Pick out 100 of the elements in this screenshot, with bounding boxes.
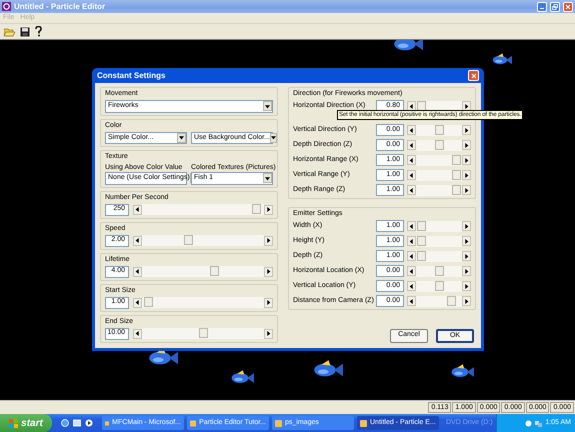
caret-left-icon bbox=[409, 284, 414, 288]
scroll-right-button[interactable] bbox=[264, 266, 273, 276]
slider-thumb[interactable] bbox=[210, 266, 219, 276]
scroll-left-button[interactable] bbox=[407, 140, 416, 150]
scroll-left-button[interactable] bbox=[407, 125, 416, 135]
caret-left-icon bbox=[409, 172, 414, 178]
scroll-left-button[interactable] bbox=[407, 251, 416, 261]
slider-thumb[interactable] bbox=[434, 124, 444, 134]
open-folder-icon[interactable] bbox=[4, 26, 15, 36]
scroll-right-button[interactable] bbox=[462, 155, 471, 165]
scroll-left-button[interactable] bbox=[407, 281, 416, 291]
window-title: Untitled - Particle Editor bbox=[14, 0, 106, 12]
tray-icon[interactable] bbox=[525, 420, 532, 426]
slider-thumb[interactable] bbox=[452, 154, 461, 164]
scroll-right-button[interactable] bbox=[462, 266, 471, 276]
close-button[interactable] bbox=[468, 70, 479, 81]
dropdown-button[interactable] bbox=[263, 173, 272, 184]
media-player-icon[interactable] bbox=[85, 419, 93, 427]
save-icon[interactable] bbox=[20, 26, 30, 36]
scroll-right-button[interactable] bbox=[462, 281, 471, 291]
slider-thumb[interactable] bbox=[417, 220, 426, 230]
scroll-left-button[interactable] bbox=[407, 170, 416, 180]
caret-down-icon bbox=[265, 104, 270, 109]
window-icon bbox=[190, 420, 196, 426]
caret-left-icon bbox=[135, 207, 140, 212]
scroll-right-button[interactable] bbox=[264, 328, 273, 338]
scroll-right-button[interactable] bbox=[264, 236, 273, 246]
scroll-right-button[interactable] bbox=[462, 251, 471, 261]
caret-left-icon bbox=[135, 238, 140, 243]
dropdown-button[interactable] bbox=[177, 132, 186, 143]
slider-thumb[interactable] bbox=[452, 170, 461, 180]
slider-thumb[interactable] bbox=[198, 328, 208, 338]
window-icon bbox=[360, 420, 367, 426]
window-icon bbox=[275, 420, 282, 426]
caret-right-icon bbox=[464, 128, 469, 132]
scroll-left-button[interactable] bbox=[407, 236, 416, 246]
slider-thumb[interactable] bbox=[417, 236, 426, 246]
caret-left-icon bbox=[409, 224, 414, 228]
dialog-title: Constant Settings bbox=[97, 70, 166, 82]
caret-left-icon bbox=[409, 254, 414, 258]
scroll-left-button[interactable] bbox=[407, 185, 416, 195]
scroll-left-button[interactable] bbox=[133, 328, 142, 338]
scroll-left-button[interactable] bbox=[407, 221, 416, 231]
scroll-left-button[interactable] bbox=[407, 155, 416, 165]
caret-right-icon bbox=[266, 331, 271, 336]
close-icon bbox=[470, 72, 476, 78]
caret-down-icon bbox=[179, 135, 184, 140]
scroll-left-button[interactable] bbox=[407, 296, 416, 306]
scroll-left-button[interactable] bbox=[407, 266, 416, 276]
scroll-right-button[interactable] bbox=[462, 296, 471, 306]
slider-thumb[interactable] bbox=[144, 297, 154, 307]
caret-left-icon bbox=[409, 268, 414, 274]
slider-thumb[interactable] bbox=[252, 204, 261, 214]
slider-thumb[interactable] bbox=[446, 296, 456, 306]
scroll-right-button[interactable] bbox=[462, 170, 471, 180]
caret-right-icon bbox=[464, 224, 469, 228]
caret-right-icon bbox=[266, 300, 271, 305]
slider-thumb[interactable] bbox=[434, 140, 444, 150]
caret-down-icon bbox=[270, 135, 276, 140]
windows-logo-icon bbox=[9, 418, 18, 428]
scroll-right-button[interactable] bbox=[462, 221, 471, 231]
caret-right-icon bbox=[464, 188, 469, 192]
caret-left-icon bbox=[409, 158, 414, 162]
slider-thumb[interactable] bbox=[417, 250, 426, 260]
app-icon bbox=[2, 2, 11, 11]
slider-thumb[interactable] bbox=[434, 280, 444, 290]
caret-right-icon bbox=[464, 158, 469, 162]
scroll-left-button[interactable] bbox=[133, 298, 142, 308]
scroll-right-button[interactable] bbox=[462, 125, 471, 135]
scroll-right-button[interactable] bbox=[264, 204, 273, 214]
caret-right-icon bbox=[464, 284, 469, 288]
help-icon[interactable] bbox=[35, 26, 42, 37]
scroll-left-button[interactable] bbox=[133, 266, 142, 276]
scroll-right-button[interactable] bbox=[462, 101, 471, 111]
caret-right-icon bbox=[464, 254, 469, 258]
slider-thumb[interactable] bbox=[184, 235, 193, 245]
minimize-button[interactable] bbox=[537, 2, 547, 12]
scroll-right-button[interactable] bbox=[264, 298, 273, 308]
caret-left-icon bbox=[409, 142, 414, 148]
caret-left-icon bbox=[409, 298, 414, 304]
scroll-right-button[interactable] bbox=[462, 140, 471, 150]
dropdown-button[interactable] bbox=[270, 132, 277, 143]
scroll-left-button[interactable] bbox=[133, 204, 142, 214]
desktop-icon[interactable] bbox=[73, 419, 81, 427]
caret-right-icon bbox=[464, 238, 469, 244]
browser-icon[interactable] bbox=[61, 419, 69, 427]
scroll-right-button[interactable] bbox=[462, 236, 471, 246]
scroll-left-button[interactable] bbox=[133, 236, 142, 246]
dropdown-button[interactable] bbox=[263, 101, 272, 112]
caret-right-icon bbox=[266, 238, 271, 243]
slider-thumb[interactable] bbox=[434, 266, 444, 276]
slider-thumb[interactable] bbox=[417, 100, 426, 110]
restore-icon bbox=[552, 4, 558, 10]
close-button[interactable] bbox=[563, 2, 573, 12]
slider-thumb[interactable] bbox=[452, 184, 461, 194]
scroll-right-button[interactable] bbox=[462, 185, 471, 195]
scroll-left-button[interactable] bbox=[407, 101, 416, 111]
caret-right-icon bbox=[464, 172, 469, 178]
restore-button[interactable] bbox=[550, 2, 560, 12]
caret-right-icon bbox=[266, 207, 271, 212]
